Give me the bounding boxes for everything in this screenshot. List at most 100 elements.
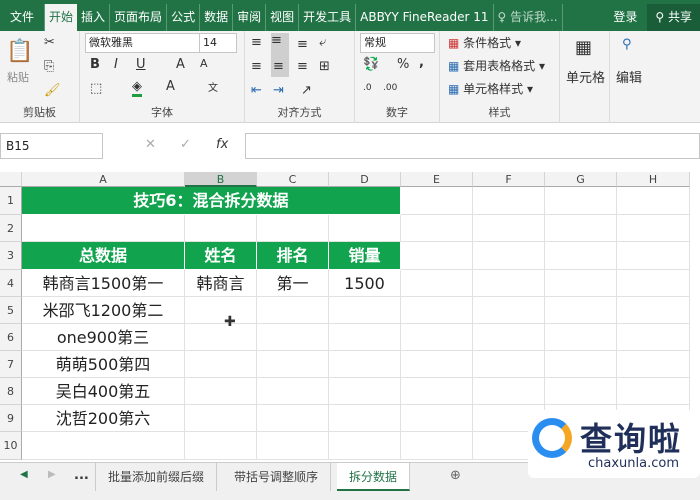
row-header[interactable]: 4	[0, 270, 22, 297]
align-bottom-icon[interactable]: ≡	[297, 37, 308, 52]
data-cell[interactable]: 萌萌500第四	[22, 351, 185, 378]
data-cell[interactable]: 吴白400第五	[22, 378, 185, 405]
decrease-font-icon[interactable]: A	[200, 57, 208, 70]
cell[interactable]	[22, 215, 185, 242]
outdent-icon[interactable]: ⇤	[251, 83, 262, 98]
cell[interactable]	[329, 432, 401, 460]
paste-button[interactable]: 📋	[6, 39, 33, 64]
indent-icon[interactable]: ⇥	[273, 83, 284, 98]
tab-home[interactable]: 开始	[45, 4, 78, 31]
cell[interactable]	[473, 215, 545, 242]
cell[interactable]	[473, 297, 545, 324]
font-color-icon[interactable]: A	[166, 79, 175, 94]
cell-styles-button[interactable]: ▦ 单元格样式 ▾	[448, 80, 533, 97]
row-header[interactable]: 10	[0, 432, 22, 460]
align-right-icon[interactable]: ≡	[297, 59, 308, 74]
cell[interactable]	[617, 242, 690, 270]
cell[interactable]	[257, 378, 329, 405]
column-header[interactable]: G	[545, 172, 617, 187]
select-all[interactable]	[0, 172, 22, 187]
cell[interactable]	[185, 378, 257, 405]
cell[interactable]	[545, 351, 617, 378]
cell[interactable]	[473, 351, 545, 378]
cell[interactable]	[545, 270, 617, 297]
cell[interactable]	[329, 297, 401, 324]
cell[interactable]	[617, 215, 690, 242]
cell[interactable]	[473, 324, 545, 351]
cell[interactable]	[185, 215, 257, 242]
cell[interactable]	[617, 324, 690, 351]
cell[interactable]	[401, 324, 473, 351]
data-cell[interactable]: 第一	[257, 270, 329, 297]
cell[interactable]	[257, 351, 329, 378]
currency-icon[interactable]: 💱	[363, 57, 379, 72]
cell[interactable]	[545, 242, 617, 270]
cell[interactable]	[401, 187, 473, 215]
align-top-icon[interactable]: ≡	[251, 35, 262, 50]
header-cell[interactable]: 总数据	[22, 242, 185, 270]
cell[interactable]	[617, 187, 690, 215]
phonetic-icon[interactable]: 文	[208, 79, 218, 94]
wrap-text-icon[interactable]: ⤶	[319, 35, 326, 50]
tab-abbyy[interactable]: ABBYY FineReader 11	[356, 4, 494, 31]
scroll-left-icon[interactable]: ◀	[20, 469, 28, 480]
column-header[interactable]: H	[617, 172, 690, 187]
enter-icon[interactable]: ✓	[180, 137, 191, 152]
decrease-decimal-icon[interactable]: .00	[383, 83, 397, 93]
cell[interactable]	[545, 297, 617, 324]
title-cell[interactable]: 技巧6：混合拆分数据	[22, 187, 401, 215]
comma-button[interactable]: ,	[419, 55, 424, 70]
cell[interactable]	[329, 378, 401, 405]
tab-file[interactable]: 文件	[0, 4, 46, 31]
sheet-tab[interactable]: 带括号调整顺序	[222, 463, 332, 491]
cell[interactable]	[545, 324, 617, 351]
column-header[interactable]: C	[257, 172, 329, 187]
cell[interactable]	[185, 324, 257, 351]
tab-developer[interactable]: 开发工具	[299, 4, 357, 31]
header-cell[interactable]: 姓名	[185, 242, 257, 270]
sheet-tab[interactable]: 批量添加前缀后缀	[95, 463, 218, 491]
data-cell[interactable]: 1500	[329, 270, 401, 297]
border-icon[interactable]: ⬚	[90, 81, 102, 96]
cell[interactable]	[401, 297, 473, 324]
bold-button[interactable]: B	[90, 57, 100, 72]
cell[interactable]	[257, 432, 329, 460]
cell[interactable]	[185, 432, 257, 460]
cells-group[interactable]: ▦ 单元格	[560, 31, 610, 123]
insert-function-button[interactable]: fx	[216, 137, 228, 152]
cell[interactable]	[329, 324, 401, 351]
cell[interactable]	[401, 378, 473, 405]
cell[interactable]	[401, 405, 473, 432]
row-header[interactable]: 3	[0, 242, 22, 270]
cut-icon[interactable]: ✂	[44, 35, 55, 50]
cell[interactable]	[257, 324, 329, 351]
sheet-tab-active[interactable]: 拆分数据	[337, 463, 411, 491]
cell[interactable]	[257, 215, 329, 242]
tell-me-search[interactable]: ♀ 告诉我...	[494, 4, 563, 31]
cell[interactable]	[617, 297, 690, 324]
cell[interactable]	[473, 242, 545, 270]
cell[interactable]	[401, 432, 473, 460]
tab-data[interactable]: 数据	[200, 4, 234, 31]
percent-button[interactable]: %	[397, 57, 409, 72]
cell[interactable]	[401, 270, 473, 297]
copy-icon[interactable]: ⎘	[44, 59, 54, 74]
cancel-icon[interactable]: ✕	[145, 137, 156, 152]
row-header[interactable]: 7	[0, 351, 22, 378]
increase-font-icon[interactable]: A	[176, 57, 185, 72]
cell[interactable]	[329, 215, 401, 242]
column-header[interactable]: A	[22, 172, 185, 187]
cell[interactable]	[401, 351, 473, 378]
format-painter-icon[interactable]: 🖌	[44, 83, 61, 98]
row-header[interactable]: 5	[0, 297, 22, 324]
row-header[interactable]: 2	[0, 215, 22, 242]
font-size-select[interactable]: 14	[199, 33, 237, 53]
add-sheet-icon[interactable]: ⊕	[450, 468, 461, 483]
increase-decimal-icon[interactable]: .0	[363, 83, 372, 93]
cell[interactable]	[22, 432, 185, 460]
name-box[interactable]: B15	[0, 133, 103, 159]
font-name-select[interactable]: 微软雅黑	[85, 33, 200, 53]
tab-formulas[interactable]: 公式	[167, 4, 201, 31]
number-format-select[interactable]: 常规	[360, 33, 435, 53]
column-header[interactable]: E	[401, 172, 473, 187]
